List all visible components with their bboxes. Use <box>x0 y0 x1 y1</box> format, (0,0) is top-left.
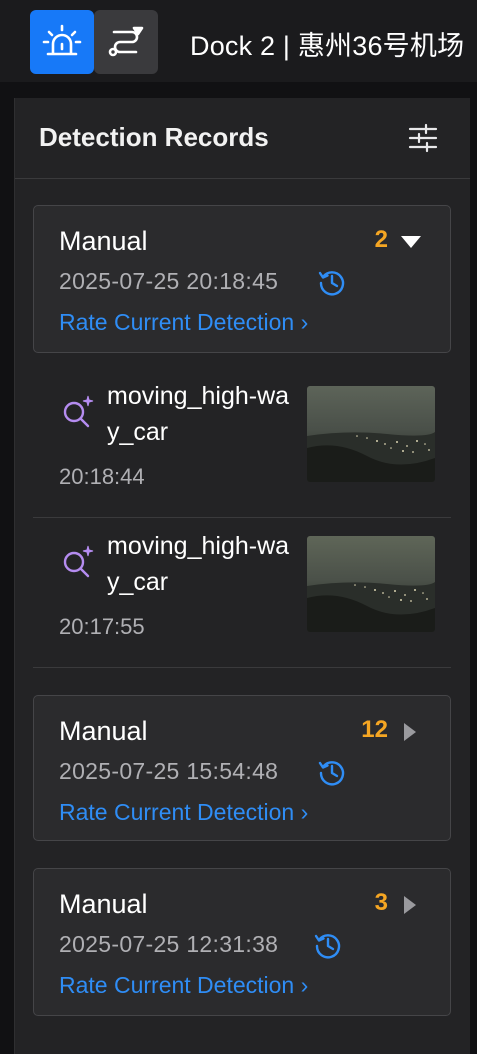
record-name: moving_high-way_car <box>107 382 290 446</box>
top-bar: Dock 2 | 惠州36号机场 <box>0 0 477 82</box>
panel-header: Detection Records <box>15 98 470 179</box>
detection-records-panel: Detection Records Manual 2 2025-07-25 20… <box>14 98 470 1054</box>
rate-detection-link[interactable]: Rate Current Detection › <box>59 309 308 336</box>
group-timestamp: 2025-07-25 20:18:45 <box>59 268 279 294</box>
group-timestamp: 2025-07-25 15:54:48 <box>59 758 279 784</box>
detection-record-item[interactable]: moving_high-way_car 20:17:55 <box>33 518 451 668</box>
group-title: Manual <box>59 716 148 746</box>
history-icon[interactable] <box>318 268 346 296</box>
panel-title: Detection Records <box>39 122 269 152</box>
route-waypoint-icon <box>108 26 144 57</box>
group-title: Manual <box>59 226 148 256</box>
group-count: 2 <box>374 226 388 253</box>
ai-search-icon <box>63 545 94 578</box>
night-city-thumbnail-image <box>307 386 435 482</box>
filter-button[interactable] <box>407 122 439 154</box>
history-icon[interactable] <box>318 758 346 786</box>
top-gap <box>0 82 477 98</box>
group-count: 3 <box>374 889 388 916</box>
expand-triangle-icon[interactable] <box>402 895 418 915</box>
detection-group-card[interactable]: Manual 3 2025-07-25 12:31:38 Rate Curren… <box>33 868 451 1016</box>
chevron-right-icon: › <box>300 309 309 335</box>
record-name: moving_high-way_car <box>107 532 290 596</box>
rate-detection-label: Rate Current Detection <box>59 972 295 998</box>
rate-detection-link[interactable]: Rate Current Detection › <box>59 799 308 826</box>
record-time: 20:17:55 <box>59 614 145 639</box>
record-time: 20:18:44 <box>59 464 145 489</box>
sliders-filter-icon <box>408 123 438 153</box>
detection-group-card[interactable]: Manual 12 2025-07-25 15:54:48 Rate Curre… <box>33 695 451 841</box>
group-timestamp: 2025-07-25 12:31:38 <box>59 931 279 957</box>
alarm-button[interactable] <box>30 10 94 74</box>
ai-search-icon <box>63 395 94 428</box>
history-icon[interactable] <box>314 931 342 959</box>
group-title: Manual <box>59 889 148 919</box>
rate-detection-label: Rate Current Detection <box>59 799 295 825</box>
detection-record-item[interactable]: moving_high-way_car 20:18:44 <box>33 368 451 518</box>
record-thumbnail[interactable] <box>307 536 435 632</box>
expand-triangle-icon[interactable] <box>402 722 418 742</box>
chevron-right-icon: › <box>300 799 309 825</box>
dock-title: Dock 2 | 惠州36号机场 <box>190 31 465 61</box>
detection-group-card[interactable]: Manual 2 2025-07-25 20:18:45 Rate Curren… <box>33 205 451 353</box>
alarm-siren-icon <box>42 24 82 56</box>
rate-detection-link[interactable]: Rate Current Detection › <box>59 972 308 999</box>
night-city-thumbnail-image <box>307 536 435 632</box>
record-thumbnail[interactable] <box>307 386 435 482</box>
route-button[interactable] <box>94 10 158 74</box>
collapse-triangle-icon[interactable] <box>400 234 422 250</box>
group-count: 12 <box>361 716 388 743</box>
chevron-right-icon: › <box>300 972 309 998</box>
rate-detection-label: Rate Current Detection <box>59 309 295 335</box>
